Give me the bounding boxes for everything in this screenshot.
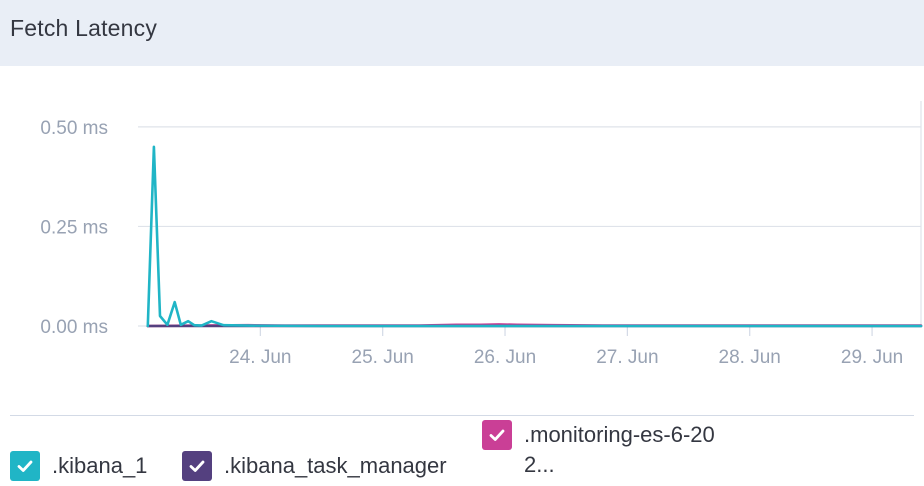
y-tick-label: 0.25 ms (40, 217, 108, 238)
y-axis-ticks: 0.00 ms 0.25 ms 0.50 ms (40, 118, 108, 338)
legend-item-monitoring-es[interactable]: .monitoring-es-6-202... (482, 420, 734, 480)
panel-title: Fetch Latency (10, 15, 158, 41)
y-tick-label: 0.50 ms (40, 118, 108, 139)
legend-divider (10, 415, 914, 416)
legend-item-kibana-1[interactable]: .kibana_1 (10, 451, 147, 481)
x-tick-label: 29. Jun (841, 347, 903, 368)
x-axis-ticks: 24. Jun 25. Jun 26. Jun 27. Jun 28. Jun 29. J… (229, 326, 903, 368)
legend-label: .kibana_task_manager (224, 453, 447, 478)
legend-label: .monitoring-es-6-202... (524, 422, 715, 477)
series-lines (146, 145, 923, 328)
legend-checkbox[interactable] (182, 451, 212, 481)
legend-label: .kibana_1 (52, 453, 148, 478)
x-tick-label: 28. Jun (719, 347, 781, 368)
x-tick-label: 27. Jun (596, 347, 658, 368)
series-line-kibana-1 (146, 145, 923, 328)
x-tick-label: 24. Jun (229, 347, 291, 368)
checkmark-icon (189, 460, 205, 472)
checkmark-icon (489, 429, 505, 441)
checkmark-icon (17, 460, 33, 472)
x-tick-label: 25. Jun (352, 347, 414, 368)
panel-header: Fetch Latency (0, 0, 924, 66)
legend-item-kibana-task-manager[interactable]: .kibana_task_manager (182, 451, 447, 481)
grid-lines (138, 101, 922, 327)
x-tick-label: 26. Jun (474, 347, 536, 368)
fetch-latency-chart: 0.00 ms 0.25 ms 0.50 ms 24. Jun 25. Jun 26. … (40, 101, 923, 368)
y-tick-label: 0.00 ms (40, 317, 108, 338)
legend-checkbox[interactable] (482, 420, 512, 450)
legend-checkbox[interactable] (10, 451, 40, 481)
